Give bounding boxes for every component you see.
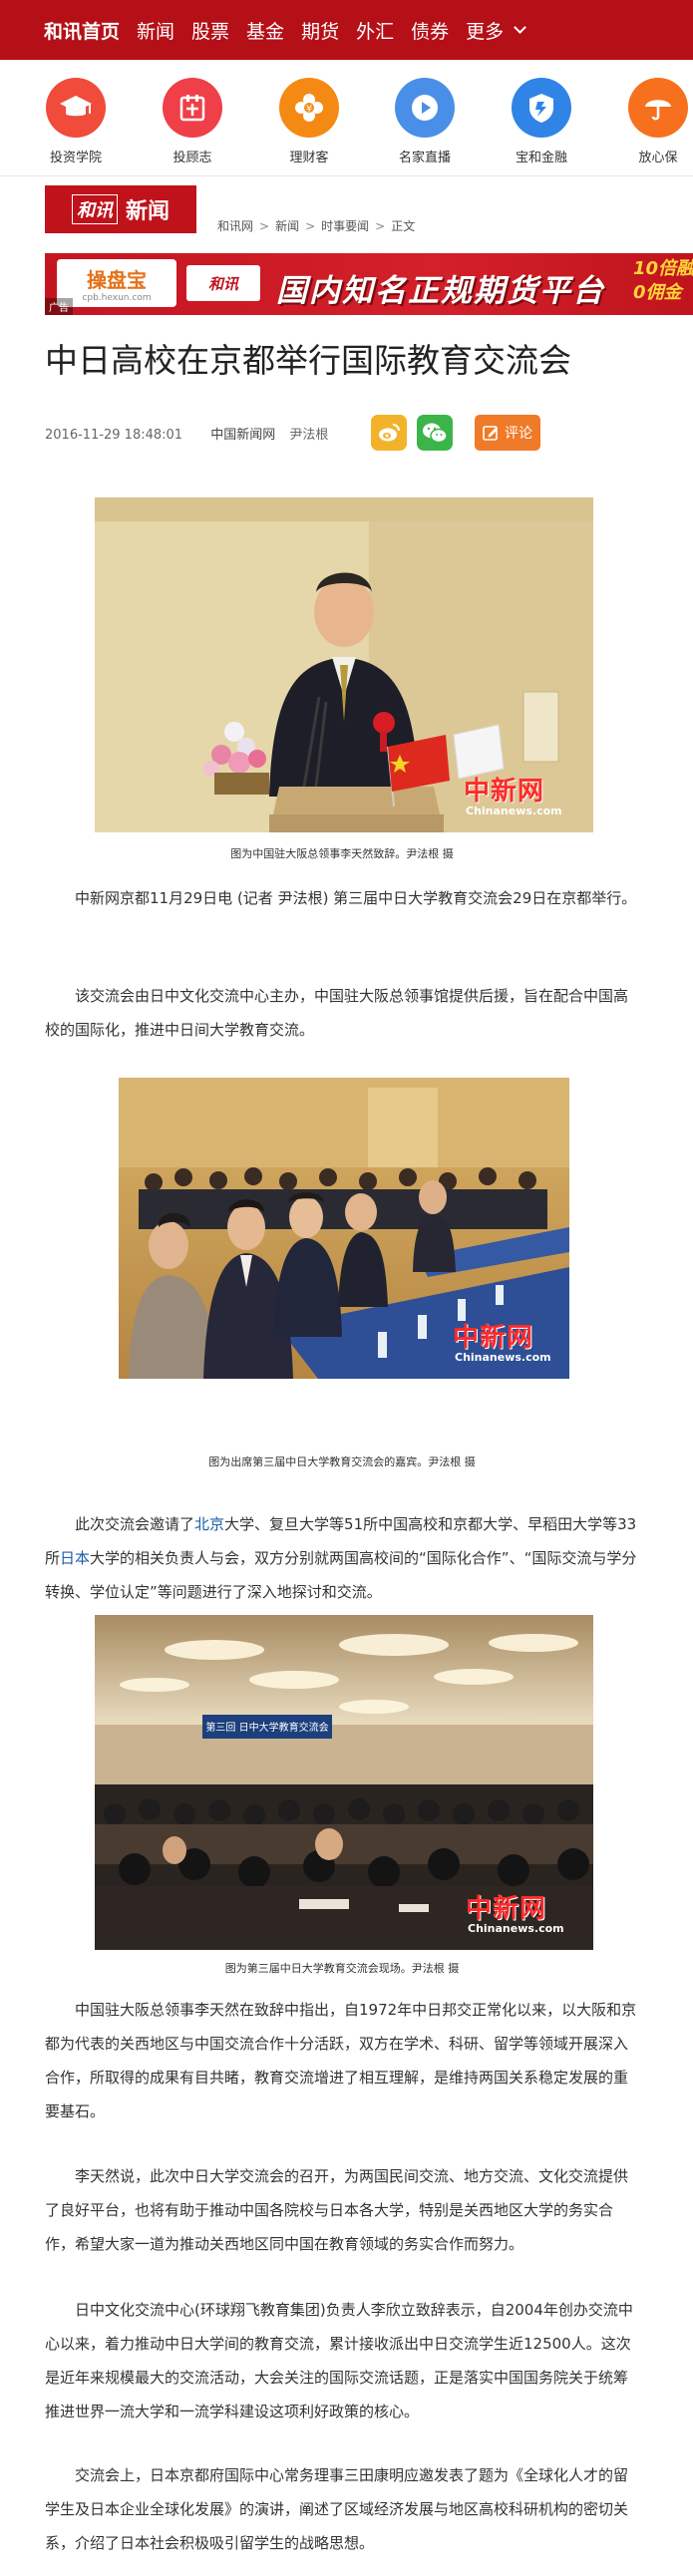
photo-venue: 第三回 日中大学教育交流会 中新网 Chinanews.com bbox=[95, 1615, 593, 1950]
photo-caption-1: 图为中国驻大阪总领事李天然致辞。尹法根 摄 bbox=[230, 847, 454, 860]
nav-futures[interactable]: 期货 bbox=[301, 17, 339, 44]
nav-home[interactable]: 和讯首页 bbox=[44, 17, 120, 44]
weibo-icon bbox=[379, 424, 400, 442]
wechat-icon bbox=[423, 423, 448, 444]
article-paragraph: 日中文化交流中心(环球翔飞教育集团)负责人李欣立致辞表示，自2004年创办交流中… bbox=[45, 2301, 633, 2420]
event-banner-text: 第三回 日中大学教育交流会 bbox=[205, 1723, 329, 1734]
article-paragraph: 交流会上，日本京都府国际中心常务理事三田康明应邀发表了题为《全球化人才的留学生及… bbox=[45, 2466, 629, 2552]
app-investment-academy[interactable]: 投资学院 bbox=[31, 78, 121, 165]
journal-icon bbox=[163, 78, 222, 138]
shield-icon bbox=[512, 78, 571, 138]
ad-tag: 广告 bbox=[45, 298, 73, 315]
photo-guests: 中新网 Chinanews.com bbox=[119, 1078, 569, 1379]
article-title: 中日高校在京都举行国际教育交流会 bbox=[45, 341, 571, 380]
article-paragraph: 中国驻大阪总领事李天然在致辞中指出，自1972年中日邦交正常化以来，以大阪和京都… bbox=[45, 2001, 637, 2120]
ad-promo-leverage: 10倍融 bbox=[633, 258, 693, 279]
ad-slogan: 国内知名正规期货平台 bbox=[276, 273, 605, 309]
photo-caption-3: 图为第三届中日大学教育交流会现场。尹法根 摄 bbox=[224, 1962, 460, 1975]
breadcrumb-headlines[interactable]: 时事要闻 bbox=[321, 219, 369, 233]
edit-icon bbox=[483, 426, 498, 441]
app-safe-insurance[interactable]: 放心保 bbox=[613, 78, 693, 165]
money-flower-icon: ¥ bbox=[279, 78, 339, 138]
link-beijing[interactable]: 北京 bbox=[194, 1515, 224, 1533]
nav-more-button[interactable]: 更多 bbox=[466, 17, 526, 44]
photo-caption-2: 图为出席第三届中日大学教育交流会的嘉宾。尹法根 摄 bbox=[208, 1455, 476, 1468]
comment-label: 评论 bbox=[505, 426, 532, 442]
article-meta: 2016-11-29 18:48:01 中国新闻网 尹法根 bbox=[45, 424, 328, 443]
breadcrumb-current: 正文 bbox=[391, 219, 416, 233]
article-paragraph: 中新网京都11月29日电 (记者 尹法根) 第三届中日大学教育交流会29日在京都… bbox=[75, 889, 637, 907]
weibo-share-button[interactable] bbox=[371, 415, 407, 451]
umbrella-icon bbox=[628, 78, 688, 138]
ad-brand1-url: cpb.hexun.com bbox=[82, 292, 152, 303]
photo-watermark-sub: Chinanews.com bbox=[466, 805, 562, 817]
photo-watermark: 中新网 bbox=[464, 777, 545, 806]
article-paragraph: 李天然说，此次中日大学交流会的召开，为两国民间交流、地方交流、文化交流提供了良好… bbox=[45, 2167, 629, 2253]
top-nav: 和讯首页 新闻 股票 基金 期货 外汇 债券 更多 bbox=[0, 0, 693, 60]
app-expert-live[interactable]: 名家直播 bbox=[380, 78, 470, 165]
logo-word: 新闻 bbox=[125, 198, 170, 224]
app-advisor-journal[interactable]: 投顾志 bbox=[148, 78, 237, 165]
app-label: 宝和金融 bbox=[515, 151, 567, 165]
nav-news[interactable]: 新闻 bbox=[137, 17, 174, 44]
app-wealth-client[interactable]: ¥ 理财客 bbox=[264, 78, 354, 165]
article-paragraph-3: 此次交流会邀请了北京大学、复旦大学等51所中国高校和京都大学、早稻田大学等33所… bbox=[45, 1507, 639, 1609]
ad-brand1-name: 操盘宝 bbox=[86, 267, 147, 292]
app-label: 投顾志 bbox=[173, 151, 212, 165]
graduation-cap-icon bbox=[46, 78, 106, 138]
photo-watermark-sub: Chinanews.com bbox=[468, 1922, 564, 1935]
logo-mark: 和讯 bbox=[71, 194, 118, 224]
photo-watermark: 中新网 bbox=[453, 1323, 534, 1353]
ad-promo-commission: 0佣金 bbox=[633, 282, 682, 303]
hexun-news-logo[interactable]: 和讯 新闻 bbox=[45, 185, 196, 233]
ad-brand-hexun: 和讯 bbox=[186, 265, 260, 301]
brand-row: 和讯 新闻 和讯网 > 新闻 > 时事要闻 > 正文 bbox=[0, 177, 693, 241]
comment-button[interactable]: 评论 bbox=[475, 415, 540, 451]
chevron-down-icon bbox=[514, 21, 526, 34]
article-source[interactable]: 中国新闻网 bbox=[210, 428, 275, 443]
ad-brand-caopanbao: 操盘宝 cpb.hexun.com bbox=[57, 259, 176, 307]
nav-funds[interactable]: 基金 bbox=[246, 17, 284, 44]
app-label: 投资学院 bbox=[49, 151, 102, 165]
breadcrumb-news[interactable]: 新闻 bbox=[275, 219, 299, 233]
photo-speaker: 中新网 Chinanews.com bbox=[95, 497, 593, 832]
play-icon bbox=[395, 78, 455, 138]
wechat-share-button[interactable] bbox=[417, 415, 453, 451]
app-label: 放心保 bbox=[638, 151, 678, 165]
article-paragraph: 该交流会由日中文化交流中心主办，中国驻大阪总领事馆提供后援，旨在配合中国高校的国… bbox=[45, 987, 629, 1039]
para3-text-c: 大学的相关负责人与会，双方分别就两国高校间的“国际化合作”、“国际交流与学分转换… bbox=[45, 1549, 637, 1601]
photo-watermark: 中新网 bbox=[466, 1894, 547, 1924]
photo-watermark-sub: Chinanews.com bbox=[455, 1351, 551, 1364]
svg-text:¥: ¥ bbox=[306, 104, 312, 115]
breadcrumb: 和讯网 > 新闻 > 时事要闻 > 正文 bbox=[217, 219, 416, 233]
link-japan[interactable]: 日本 bbox=[60, 1549, 90, 1567]
article-datetime: 2016-11-29 18:48:01 bbox=[45, 428, 183, 443]
app-shortcuts: 投资学院 投顾志 ¥ 理财客 名家直播 宝和金融 放心保 bbox=[0, 60, 693, 176]
para3-text-a: 此次交流会邀请了 bbox=[75, 1515, 195, 1533]
nav-bonds[interactable]: 债券 bbox=[411, 17, 449, 44]
nav-more-label: 更多 bbox=[466, 20, 505, 43]
app-label: 名家直播 bbox=[398, 151, 451, 165]
app-label: 理财客 bbox=[289, 151, 329, 165]
article-author: 尹法根 bbox=[289, 428, 329, 443]
nav-forex[interactable]: 外汇 bbox=[356, 17, 394, 44]
breadcrumb-home[interactable]: 和讯网 bbox=[217, 219, 253, 233]
nav-stocks[interactable]: 股票 bbox=[191, 17, 229, 44]
ad-promo: 10倍融 0佣金 bbox=[633, 257, 693, 305]
app-baohe-finance[interactable]: 宝和金融 bbox=[497, 78, 586, 165]
ad-banner[interactable]: 操盘宝 cpb.hexun.com 和讯 国内知名正规期货平台 10倍融 0佣金… bbox=[45, 253, 693, 315]
